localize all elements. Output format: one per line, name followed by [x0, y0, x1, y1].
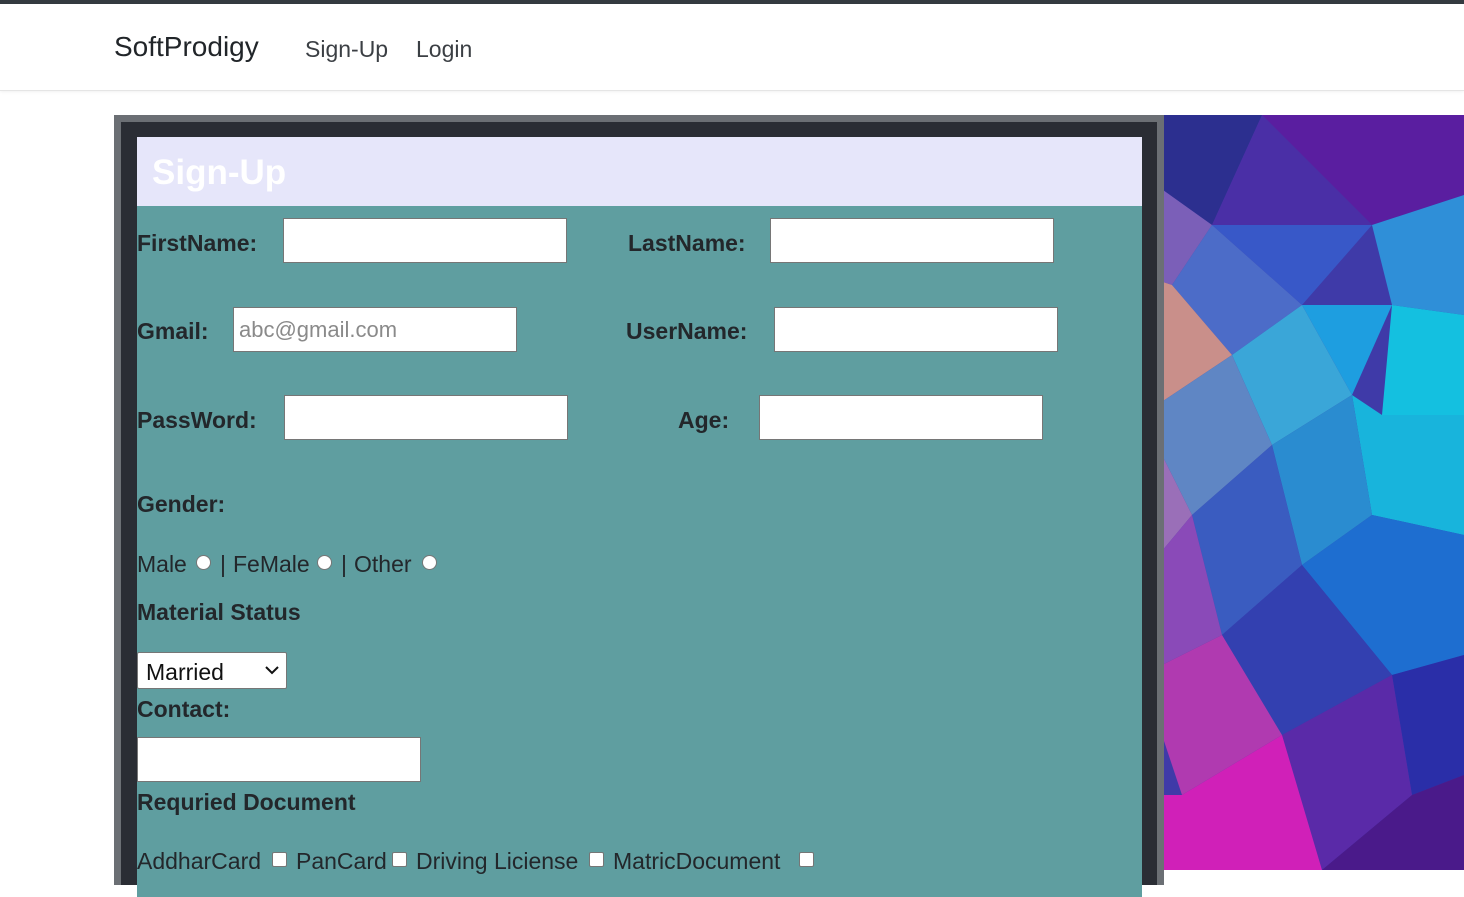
polygon-background-image [1142, 115, 1464, 870]
username-label: UserName: [626, 318, 748, 344]
gmail-label: Gmail: [137, 318, 209, 344]
documents-label: Requried Document [137, 789, 356, 815]
contact-input[interactable] [137, 737, 421, 782]
navbar: SoftProdigy Sign-Up Login [0, 4, 1464, 91]
gender-separator: | [341, 551, 347, 577]
gender-male-radio[interactable] [196, 555, 211, 570]
gender-other-radio[interactable] [422, 555, 437, 570]
document-pancard-checkbox[interactable] [392, 852, 407, 867]
password-label: PassWord: [137, 407, 257, 433]
password-input[interactable] [284, 395, 568, 440]
nav-link-signup[interactable]: Sign-Up [305, 36, 388, 63]
username-input[interactable] [774, 307, 1058, 352]
card-header [137, 137, 1142, 206]
gender-separator: | [220, 551, 226, 577]
gender-option-female-label: FeMale [233, 551, 310, 577]
firstname-label: FirstName: [137, 230, 258, 256]
document-matric-checkbox[interactable] [799, 852, 814, 867]
age-label: Age: [678, 407, 730, 433]
document-driving-license-label: Driving Liciense [416, 848, 579, 874]
lastname-input[interactable] [770, 218, 1054, 263]
lastname-label: LastName: [628, 230, 746, 256]
marital-status-value: Married [146, 659, 224, 685]
frame-divider [1157, 115, 1164, 870]
contact-label: Contact: [137, 696, 231, 722]
document-matric-label: MatricDocument [613, 848, 781, 874]
page-title: Sign-Up [152, 153, 287, 192]
document-driving-license-checkbox[interactable] [589, 852, 604, 867]
gmail-input[interactable] [233, 307, 517, 352]
firstname-input[interactable] [283, 218, 567, 263]
document-addharcard-label: AddharCard [137, 848, 262, 874]
document-pancard-label: PanCard [296, 848, 387, 874]
gender-option-male-label: Male [137, 551, 187, 577]
gender-label: Gender: [137, 491, 226, 517]
marital-status-select[interactable]: Married [137, 652, 287, 689]
document-addharcard-checkbox[interactable] [272, 852, 287, 867]
gender-option-other-label: Other [354, 551, 412, 577]
chevron-down-icon [265, 666, 279, 675]
nav-link-login[interactable]: Login [416, 36, 472, 63]
age-input[interactable] [759, 395, 1043, 440]
gender-female-radio[interactable] [317, 555, 332, 570]
marital-status-label: Material Status [137, 599, 301, 625]
brand-logo[interactable]: SoftProdigy [114, 31, 259, 63]
